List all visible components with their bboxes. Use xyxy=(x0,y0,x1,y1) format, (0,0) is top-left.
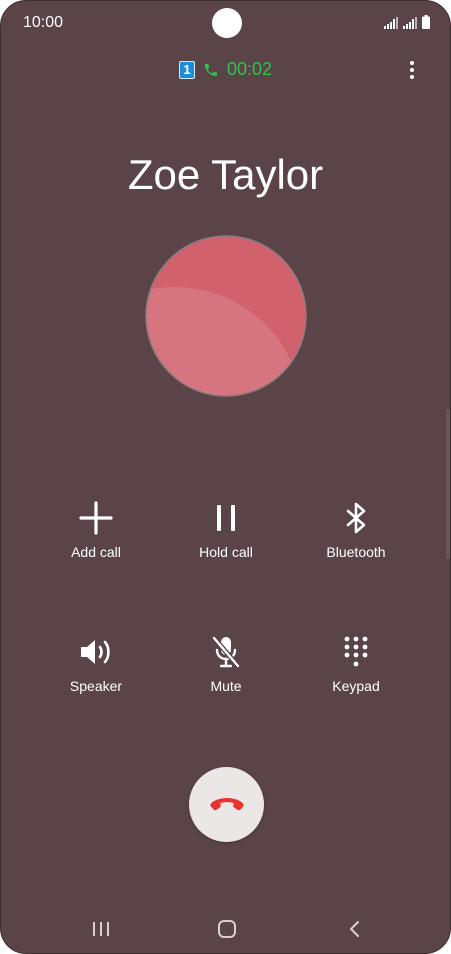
status-time: 10:00 xyxy=(23,14,64,31)
sim-badge: 1 xyxy=(178,60,195,79)
contact-name: Zoe Taylor xyxy=(127,151,324,198)
status-bar: 10:00 xyxy=(1,1,450,47)
back-button[interactable] xyxy=(334,909,374,949)
status-icons xyxy=(384,15,430,29)
navigation-bar xyxy=(1,909,450,949)
home-button[interactable] xyxy=(207,909,247,949)
action-row-2: Speaker Mute Keypad xyxy=(31,632,421,694)
speaker-button[interactable]: Speaker xyxy=(31,632,161,694)
phone-screen: 10:00 1 00:02 Zoe Taylor Add call Hold c… xyxy=(0,0,451,954)
phone-icon xyxy=(204,63,217,76)
hold-call-button[interactable]: Hold call xyxy=(161,498,291,560)
mic-off-icon xyxy=(206,632,246,672)
more-dot xyxy=(410,75,414,79)
end-call-icon xyxy=(209,797,244,810)
keypad-icon xyxy=(336,632,376,672)
add-call-label: Add call xyxy=(71,544,121,560)
call-timer: 00:02 xyxy=(226,59,273,79)
pause-icon xyxy=(206,498,246,538)
recent-apps-icon xyxy=(93,922,109,936)
more-dot xyxy=(410,68,414,72)
battery-icon xyxy=(422,15,430,29)
more-options-button[interactable] xyxy=(402,58,422,82)
bluetooth-button[interactable]: Bluetooth xyxy=(291,498,421,560)
hold-call-label: Hold call xyxy=(199,544,253,560)
home-icon xyxy=(218,920,236,938)
signal-sim1-icon xyxy=(384,17,398,29)
front-camera-cutout xyxy=(212,8,242,38)
add-call-button[interactable]: Add call xyxy=(31,498,161,560)
more-dot xyxy=(410,61,414,65)
recent-apps-button[interactable] xyxy=(81,909,121,949)
contact-avatar xyxy=(145,235,307,397)
speaker-icon xyxy=(76,632,116,672)
call-info: 1 00:02 xyxy=(1,59,450,80)
mute-button[interactable]: Mute xyxy=(161,632,291,694)
signal-sim2-icon xyxy=(403,17,417,29)
plus-icon xyxy=(76,498,116,538)
mute-label: Mute xyxy=(210,678,242,694)
back-icon xyxy=(350,921,359,937)
keypad-button[interactable]: Keypad xyxy=(291,632,421,694)
keypad-label: Keypad xyxy=(332,678,380,694)
side-key xyxy=(446,409,450,559)
bluetooth-icon xyxy=(336,498,376,538)
end-call-button[interactable] xyxy=(189,767,264,842)
bluetooth-label: Bluetooth xyxy=(326,544,386,560)
action-row-1: Add call Hold call Bluetooth xyxy=(31,498,421,560)
speaker-label: Speaker xyxy=(69,678,123,694)
